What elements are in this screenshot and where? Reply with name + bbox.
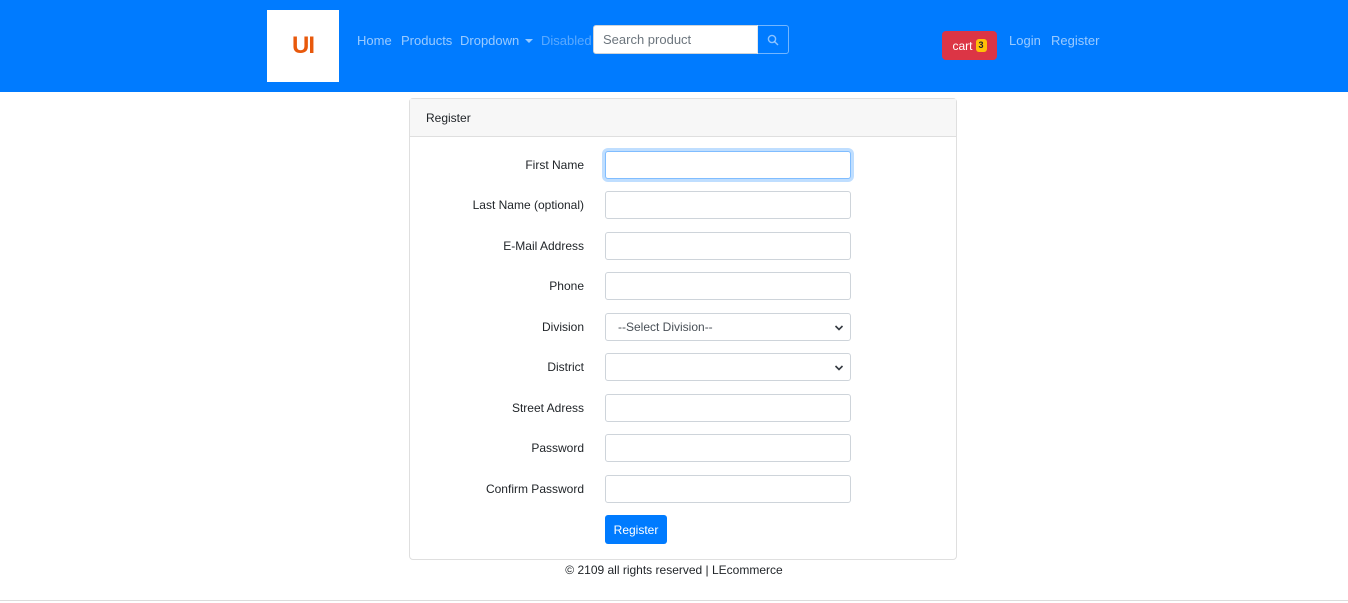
search-button[interactable] — [757, 25, 789, 54]
nav-link-home[interactable]: Home — [357, 33, 392, 48]
first-name-label: First Name — [525, 158, 584, 172]
confirm-password-input[interactable] — [605, 475, 851, 503]
search-icon — [767, 34, 779, 45]
district-label: District — [547, 360, 584, 374]
confirm-password-label: Confirm Password — [485, 482, 584, 496]
search-input[interactable] — [593, 25, 758, 54]
division-select[interactable]: --Select Division-- — [605, 313, 851, 341]
form-row-phone: Phone — [410, 272, 958, 300]
caret-down-icon — [525, 39, 534, 43]
logo-text: UI — [292, 32, 315, 59]
last-name-input[interactable] — [605, 191, 851, 219]
last-name-label: Last Name (optional) — [472, 198, 584, 212]
nav-link-products[interactable]: Products — [401, 33, 452, 48]
nav-dropdown-toggle[interactable]: Dropdown — [460, 33, 534, 48]
nav-link-disabled: Disabled — [541, 33, 592, 48]
district-select[interactable] — [605, 353, 851, 381]
register-card: Register First Name Last Name (optional)… — [409, 98, 957, 560]
cart-button[interactable]: cart 3 — [942, 31, 997, 60]
street-label: Street Adress — [511, 401, 584, 415]
division-label: Division — [541, 320, 584, 334]
chevron-down-icon — [834, 365, 844, 371]
password-label: Password — [531, 441, 584, 455]
email-label: E-Mail Address — [503, 239, 584, 253]
register-submit-button[interactable]: Register — [605, 515, 667, 544]
cart-label: cart — [952, 38, 973, 53]
phone-input[interactable] — [605, 272, 851, 300]
first-name-input[interactable] — [605, 151, 851, 179]
phone-label: Phone — [549, 279, 584, 293]
nav-link-register[interactable]: Register — [1051, 33, 1099, 48]
form-row-email: E-Mail Address — [410, 232, 958, 260]
division-selected-value: --Select Division-- — [618, 320, 713, 334]
nav-dropdown-label: Dropdown — [460, 33, 520, 48]
form-row-password: Password — [410, 434, 958, 462]
form-row-first-name: First Name — [410, 151, 958, 179]
form-row-division: Division --Select Division-- — [410, 313, 958, 341]
form-row-last-name: Last Name (optional) — [410, 191, 958, 219]
nav-link-login[interactable]: Login — [1009, 33, 1041, 48]
street-address-input[interactable] — [605, 394, 851, 422]
navbar: UI Home Products Dropdown Disabled cart … — [0, 0, 1348, 92]
form-row-street: Street Adress — [410, 394, 958, 422]
card-header: Register — [410, 99, 956, 137]
chevron-down-icon — [834, 325, 844, 331]
brand-logo[interactable]: UI — [267, 10, 339, 82]
footer-copyright: © 2109 all rights reserved | LEcommerce — [565, 563, 783, 577]
form-row-confirm-password: Confirm Password — [410, 475, 958, 503]
password-input[interactable] — [605, 434, 851, 462]
bottom-divider — [0, 600, 1348, 601]
form-row-district: District — [410, 353, 958, 381]
email-input[interactable] — [605, 232, 851, 260]
cart-count-badge: 3 — [975, 39, 987, 52]
